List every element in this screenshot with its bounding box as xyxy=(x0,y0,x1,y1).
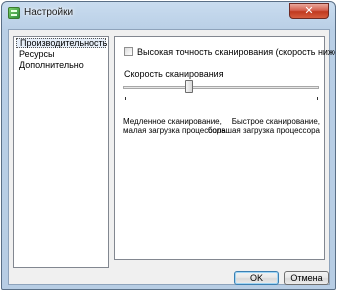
title-bar[interactable]: Настройки ✕ xyxy=(2,2,335,24)
dialog-body: Производительность Ресурсы Дополнительно… xyxy=(8,29,335,285)
fast-scan-hint-line1: Быстрое сканирование, xyxy=(231,117,320,126)
ok-button[interactable]: OK xyxy=(234,271,279,285)
fast-scan-hint-line2: большая загрузка процессора xyxy=(207,126,320,135)
sidebar-item-resources[interactable]: Ресурсы xyxy=(16,49,106,59)
sidebar-item-advanced[interactable]: Дополнительно xyxy=(16,60,106,70)
sidebar-item-performance[interactable]: Производительность xyxy=(16,38,107,48)
window-title: Настройки xyxy=(24,7,74,18)
close-button[interactable]: ✕ xyxy=(289,3,329,19)
cancel-button[interactable]: Отмена xyxy=(284,271,329,285)
scan-speed-slider-track[interactable] xyxy=(123,86,319,89)
fast-scan-hint: Быстрое сканирование, большая загрузка п… xyxy=(208,117,320,135)
scan-speed-label: Скорость сканирования xyxy=(124,69,224,79)
slider-tick xyxy=(317,97,318,100)
high-accuracy-label: Высокая точность сканирования (скорость … xyxy=(137,47,336,57)
scan-speed-slider-thumb[interactable] xyxy=(185,80,193,93)
category-list: Производительность Ресурсы Дополнительно xyxy=(13,36,109,268)
settings-app-icon xyxy=(8,7,20,19)
high-accuracy-checkbox[interactable] xyxy=(124,47,133,56)
settings-window: Настройки ✕ Производительность Ресурсы Д… xyxy=(1,1,336,290)
performance-panel: Высокая точность сканирования (скорость … xyxy=(114,36,335,260)
slider-tick xyxy=(125,97,126,100)
high-accuracy-option[interactable]: Высокая точность сканирования (скорость … xyxy=(124,47,336,57)
